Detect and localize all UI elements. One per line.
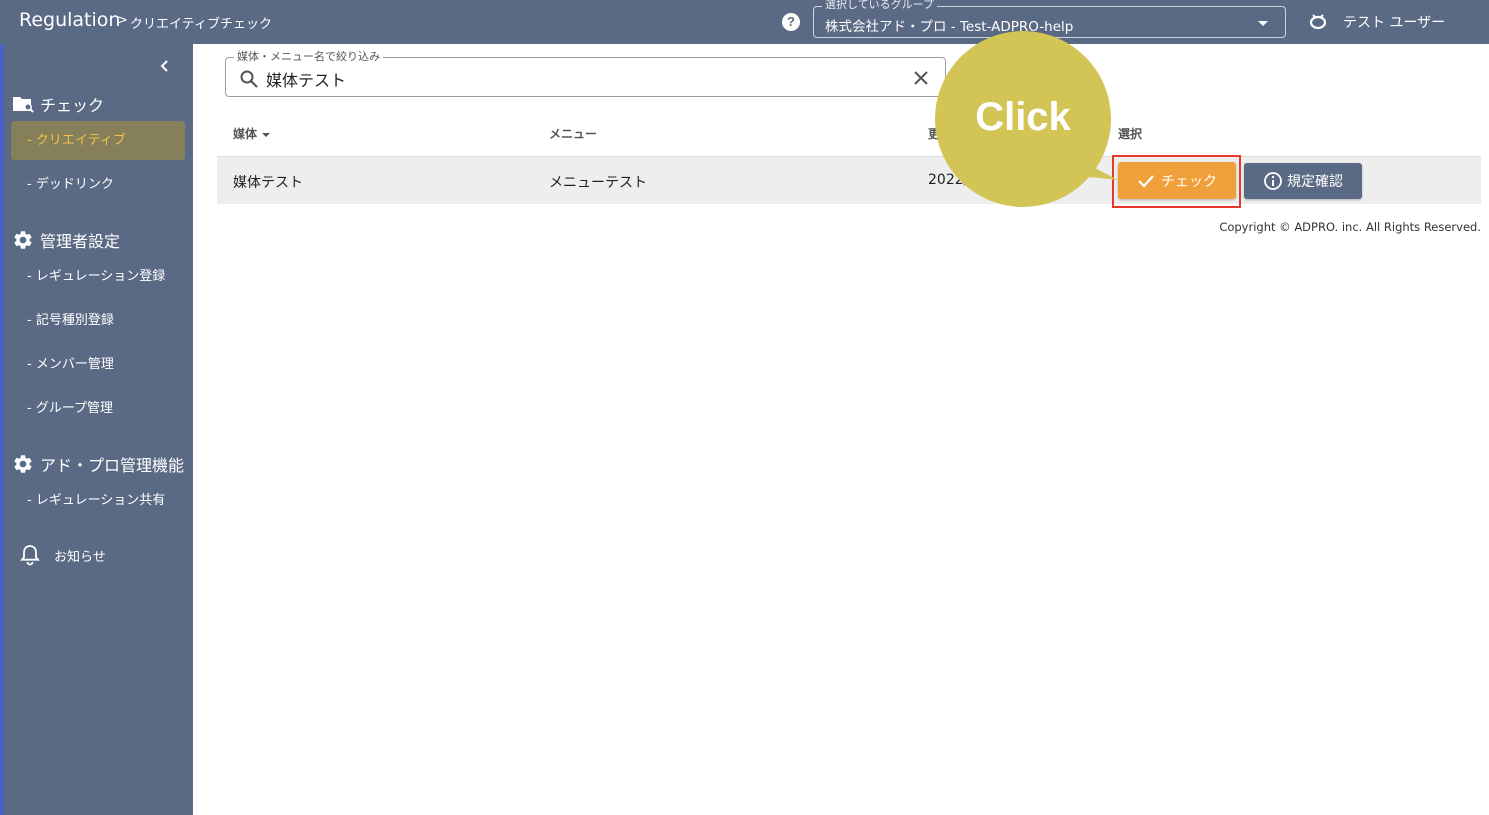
sidebar-section-adpro-admin: アド・プロ管理機能 bbox=[12, 452, 184, 476]
column-header-select: 選択 bbox=[1118, 127, 1143, 141]
filter-label: 媒体・メニュー名で絞り込み bbox=[234, 51, 383, 63]
sidebar-item-regulation-register[interactable]: - レギュレーション登録 bbox=[11, 257, 185, 296]
group-select[interactable]: 選択しているグループ 株式会社アド・プロ - Test-ADPRO-help bbox=[813, 0, 1286, 38]
top-app-bar: Regulation > クリエイティブチェック ? 選択しているグループ 株式… bbox=[0, 0, 1489, 44]
info-icon bbox=[1264, 172, 1282, 190]
sidebar-item-regulation-share[interactable]: - レギュレーション共有 bbox=[11, 481, 185, 520]
folder-search-icon bbox=[13, 97, 34, 113]
table-cell-media: 媒体テスト bbox=[233, 175, 303, 191]
sidebar-section-admin: 管理者設定 bbox=[12, 228, 120, 252]
sidebar-section-check: チェック bbox=[12, 92, 104, 116]
sidebar-item-notice[interactable]: お知らせ bbox=[20, 544, 106, 566]
media-menu-filter-input[interactable]: 媒体・メニュー名で絞り込み 媒体テスト bbox=[225, 51, 946, 97]
check-button-label: チェック bbox=[1161, 173, 1217, 190]
gear-icon bbox=[14, 231, 32, 249]
gear-icon bbox=[14, 455, 32, 473]
help-icon[interactable]: ? bbox=[782, 13, 800, 31]
bell-icon bbox=[20, 545, 40, 566]
rule-confirm-button-label: 規定確認 bbox=[1287, 174, 1343, 190]
check-button[interactable]: チェック bbox=[1118, 162, 1236, 199]
sidebar-section-label: 管理者設定 bbox=[40, 232, 121, 251]
search-icon bbox=[240, 70, 258, 88]
sidebar-item-group-admin[interactable]: - グループ管理 bbox=[11, 389, 185, 428]
chevron-down-icon[interactable] bbox=[1258, 21, 1268, 26]
table-cell-menu: メニューテスト bbox=[549, 175, 647, 191]
copyright-text: Copyright © ADPRO. inc. All Rights Reser… bbox=[1219, 220, 1481, 234]
group-select-label: 選択しているグループ bbox=[822, 0, 938, 11]
chevron-left-icon[interactable] bbox=[157, 58, 173, 74]
breadcrumb: クリエイティブチェック bbox=[130, 17, 272, 32]
app-title[interactable]: Regulation bbox=[19, 9, 120, 31]
sidebar-section-label: アド・プロ管理機能 bbox=[40, 456, 185, 475]
checkmark-icon bbox=[1138, 174, 1154, 188]
breadcrumb-separator: > bbox=[117, 13, 128, 28]
sidebar-item-deadlink[interactable]: - デッドリンク bbox=[11, 165, 185, 204]
click-callout-label: Click bbox=[975, 95, 1071, 139]
sidebar: チェック - クリエイティブ - デッドリンク 管理者設定 - レギュレーション… bbox=[4, 44, 193, 815]
sidebar-item-creative[interactable]: - クリエイティブ bbox=[11, 121, 185, 160]
column-header-media[interactable]: 媒体 bbox=[233, 125, 271, 142]
rule-confirm-button[interactable]: 規定確認 bbox=[1244, 163, 1362, 199]
user-name[interactable]: テスト ユーザー bbox=[1343, 12, 1445, 32]
sidebar-item-symbol-type-register[interactable]: - 記号種別登録 bbox=[11, 301, 185, 340]
column-header-menu[interactable]: メニュー bbox=[549, 125, 597, 142]
sidebar-item-member-admin[interactable]: - メンバー管理 bbox=[11, 345, 185, 384]
close-icon[interactable] bbox=[912, 69, 930, 87]
user-account-icon[interactable] bbox=[1309, 13, 1327, 29]
sidebar-item-label: お知らせ bbox=[54, 549, 106, 565]
column-header-label: 媒体 bbox=[233, 127, 258, 141]
sidebar-section-label: チェック bbox=[40, 96, 105, 115]
sort-down-icon[interactable] bbox=[262, 132, 271, 137]
filter-value[interactable]: 媒体テスト bbox=[266, 67, 346, 91]
